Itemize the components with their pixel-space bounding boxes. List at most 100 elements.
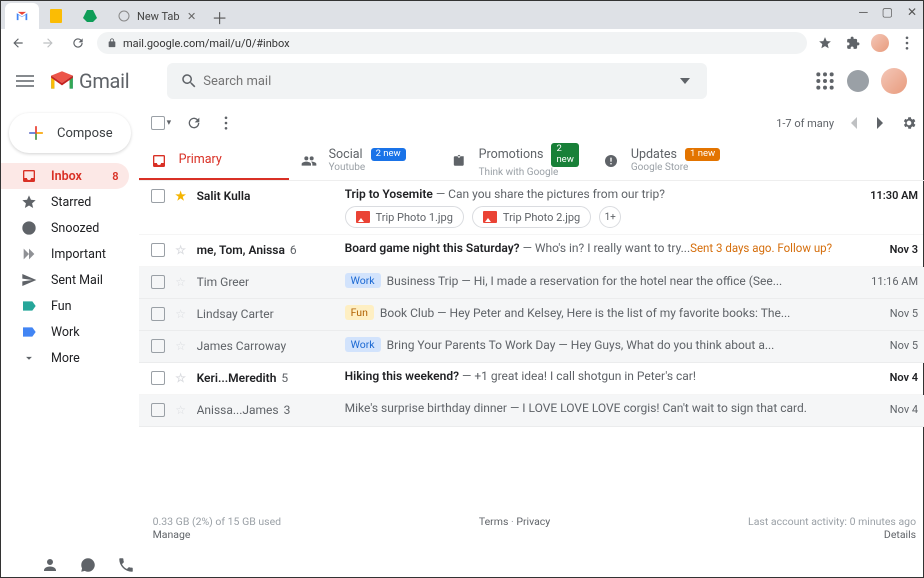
mail-checkbox[interactable] <box>151 243 165 257</box>
attachment-chip[interactable]: Trip Photo 1.jpg <box>345 206 464 228</box>
manage-link[interactable]: Manage <box>153 528 191 541</box>
mail-subject: Trip to Yosemite <box>345 187 433 201</box>
gmail-logo[interactable]: Gmail <box>49 69 129 93</box>
browser-tab-gmail[interactable] <box>5 3 39 29</box>
account-icon[interactable] <box>847 70 869 92</box>
attachment-more[interactable]: 1+ <box>599 206 621 228</box>
mail-row[interactable]: ☆ me, Tom, Anissa 6 Board game night thi… <box>139 235 924 267</box>
url-text: mail.google.com/mail/u/0/#inbox <box>123 37 290 50</box>
mail-subject: Bring Your Parents To Work Day <box>387 338 556 352</box>
browser-tab-newtab[interactable]: New Tab ✕ <box>107 3 208 29</box>
mail-row[interactable]: ☆ Anissa...James 3 Mike's surprise birth… <box>139 395 924 427</box>
browser-menu-icon[interactable] <box>897 33 917 53</box>
sidebar-item-important[interactable]: Important <box>1 241 129 267</box>
browser-forward-button[interactable] <box>37 32 59 54</box>
mail-checkbox[interactable] <box>151 403 165 417</box>
mail-checkbox[interactable] <box>151 307 165 321</box>
mail-sender: Keri...Meredith 5 <box>197 369 337 385</box>
mail-row[interactable]: ☆ Tim Greer WorkBusiness Trip — Hi, I ma… <box>139 267 924 299</box>
compose-button[interactable]: Compose <box>9 113 131 153</box>
browser-tab-strip: ─ ▢ ✕ New Tab ✕ ＋ <box>1 1 923 29</box>
label-teal-icon <box>21 298 37 314</box>
pagination-range: 1-7 of many <box>776 117 834 130</box>
browser-reload-button[interactable] <box>67 32 89 54</box>
sidebar-item-snoozed[interactable]: Snoozed <box>1 215 129 241</box>
window-minimize-icon[interactable]: ─ <box>859 5 868 19</box>
mail-label: Work <box>345 273 381 288</box>
select-all-checkbox[interactable]: ▾ <box>151 116 172 130</box>
mail-row[interactable]: ☆ James Carroway WorkBring Your Parents … <box>139 331 924 363</box>
mail-row[interactable]: ☆ Keri...Meredith 5 Hiking this weekend?… <box>139 363 924 395</box>
mail-sender: James Carroway <box>197 337 337 353</box>
bookmark-icon[interactable] <box>815 33 835 53</box>
star-icon[interactable]: ☆ <box>173 243 189 257</box>
activity-text: Last account activity: 0 minutes ago <box>748 515 916 528</box>
next-page-button[interactable] <box>872 114 890 132</box>
sidebar-item-inbox[interactable]: Inbox8 <box>1 163 129 189</box>
tab-promotions[interactable]: Promotions2 newThink with Google <box>439 141 591 180</box>
mail-checkbox[interactable] <box>151 189 165 203</box>
sidebar-item-label: Fun <box>51 299 72 314</box>
star-icon[interactable]: ☆ <box>173 371 189 385</box>
search-input[interactable] <box>203 74 671 89</box>
chevron-icon <box>21 350 37 366</box>
sidebar-item-work[interactable]: Work <box>1 319 129 345</box>
mail-row[interactable]: ★ Salit Kulla Trip to Yosemite — Can you… <box>139 181 924 235</box>
tab-social[interactable]: Social2 newYoutube <box>289 141 439 180</box>
new-tab-button[interactable]: ＋ <box>208 5 232 29</box>
tab-label: Social <box>329 148 363 162</box>
settings-button[interactable] <box>900 114 918 132</box>
url-bar[interactable]: mail.google.com/mail/u/0/#inbox <box>97 32 807 54</box>
extensions-icon[interactable] <box>843 33 863 53</box>
sidebar-item-starred[interactable]: Starred <box>1 189 129 215</box>
star-icon[interactable]: ☆ <box>173 339 189 353</box>
tab-subtitle: Think with Google <box>479 167 579 179</box>
compose-label: Compose <box>57 126 113 141</box>
lock-icon <box>107 37 117 49</box>
mail-subject: Hiking this weekend? <box>345 369 459 383</box>
star-icon[interactable]: ★ <box>173 189 189 203</box>
mail-snippet: — Hey Guys, What do you think about a... <box>558 338 774 352</box>
sidebar-item-more[interactable]: More <box>1 345 129 371</box>
star-icon[interactable]: ☆ <box>173 275 189 289</box>
browser-profile-avatar[interactable] <box>871 34 889 52</box>
attachment-chip[interactable]: Trip Photo 2.jpg <box>472 206 591 228</box>
contacts-icon[interactable] <box>41 556 59 574</box>
profile-avatar[interactable] <box>881 68 907 94</box>
mail-date: Nov 4 <box>856 369 918 384</box>
mail-row[interactable]: ☆ Lindsay Carter FunBook Club — Hey Pete… <box>139 299 924 331</box>
apps-grid-icon[interactable] <box>815 71 835 91</box>
tab-primary[interactable]: Primary <box>139 141 289 180</box>
window-maximize-icon[interactable]: ▢ <box>882 5 893 19</box>
window-close-icon[interactable]: ✕ <box>907 5 917 19</box>
send-icon <box>21 272 37 288</box>
flag-icon <box>21 246 37 262</box>
privacy-link[interactable]: Privacy <box>516 515 550 528</box>
details-link[interactable]: Details <box>884 528 916 541</box>
search-options-icon[interactable] <box>671 78 699 84</box>
terms-link[interactable]: Terms <box>479 515 509 528</box>
mail-sender: Salit Kulla <box>197 187 337 203</box>
phone-icon[interactable] <box>117 556 135 574</box>
browser-back-button[interactable] <box>7 32 29 54</box>
search-bar[interactable] <box>167 63 707 99</box>
mail-sender: me, Tom, Anissa 6 <box>197 241 337 257</box>
mail-checkbox[interactable] <box>151 371 165 385</box>
browser-tab-3[interactable] <box>73 3 107 29</box>
refresh-button[interactable] <box>185 114 203 132</box>
star-icon[interactable]: ☆ <box>173 307 189 321</box>
more-button[interactable] <box>217 114 235 132</box>
browser-tab-2[interactable] <box>39 3 73 29</box>
mail-checkbox[interactable] <box>151 339 165 353</box>
tab-close-icon[interactable]: ✕ <box>186 10 198 22</box>
sidebar-item-count: 8 <box>112 170 118 183</box>
tab-updates[interactable]: Updates1 newGoogle Store <box>591 141 741 180</box>
star-icon[interactable]: ☆ <box>173 403 189 417</box>
main-menu-button[interactable] <box>11 67 39 95</box>
mail-checkbox[interactable] <box>151 275 165 289</box>
sidebar-item-fun[interactable]: Fun <box>1 293 129 319</box>
chat-icon[interactable] <box>79 556 97 574</box>
storage-text: 0.33 GB (2%) of 15 GB used <box>153 515 281 528</box>
sidebar-item-sent-mail[interactable]: Sent Mail <box>1 267 129 293</box>
prev-page-button[interactable] <box>844 114 862 132</box>
